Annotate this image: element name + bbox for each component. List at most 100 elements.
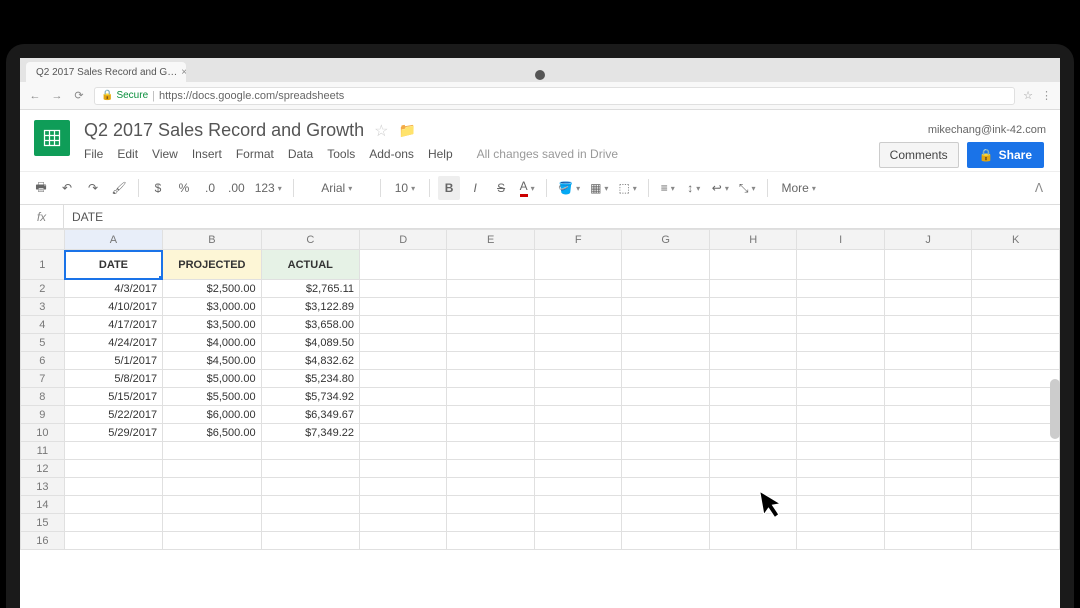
cell-K4[interactable] (972, 316, 1060, 334)
text-color-icon[interactable]: A (516, 176, 538, 200)
cell-A7[interactable]: 5/8/2017 (64, 370, 162, 388)
cell-G7[interactable] (622, 370, 709, 388)
cell-C2[interactable]: $2,765.11 (261, 280, 359, 298)
cell-C9[interactable]: $6,349.67 (261, 406, 359, 424)
cell-B15[interactable] (163, 514, 261, 532)
cell-I3[interactable] (797, 298, 884, 316)
cell-H12[interactable] (709, 460, 796, 478)
row-header-11[interactable]: 11 (21, 442, 65, 460)
cell-D10[interactable] (360, 424, 447, 442)
cell-C11[interactable] (261, 442, 359, 460)
cell-C5[interactable]: $4,089.50 (261, 334, 359, 352)
cell-D7[interactable] (360, 370, 447, 388)
cell-D15[interactable] (360, 514, 447, 532)
cell-F16[interactable] (534, 532, 621, 550)
col-header-B[interactable]: B (163, 230, 261, 250)
italic-button[interactable]: I (464, 176, 486, 200)
cell-H13[interactable] (709, 478, 796, 496)
cell-C1[interactable]: ACTUAL (261, 250, 359, 280)
forward-icon[interactable]: → (50, 90, 64, 102)
cell-K6[interactable] (972, 352, 1060, 370)
cell-A14[interactable] (64, 496, 162, 514)
decrease-decimal-icon[interactable]: .0 (199, 176, 221, 200)
cell-A5[interactable]: 4/24/2017 (64, 334, 162, 352)
col-header-I[interactable]: I (797, 230, 884, 250)
cell-B6[interactable]: $4,500.00 (163, 352, 261, 370)
cell-H8[interactable] (709, 388, 796, 406)
menu-file[interactable]: File (84, 147, 103, 161)
cell-J13[interactable] (884, 478, 971, 496)
menu-insert[interactable]: Insert (192, 147, 222, 161)
row-header-14[interactable]: 14 (21, 496, 65, 514)
cell-I9[interactable] (797, 406, 884, 424)
menu-edit[interactable]: Edit (117, 147, 138, 161)
cell-G9[interactable] (622, 406, 709, 424)
doc-title[interactable]: Q2 2017 Sales Record and Growth (84, 120, 364, 141)
folder-icon[interactable]: 📁 (399, 122, 416, 139)
cell-I13[interactable] (797, 478, 884, 496)
row-header-1[interactable]: 1 (21, 250, 65, 280)
cell-G1[interactable] (622, 250, 709, 280)
currency-icon[interactable]: $ (147, 176, 169, 200)
cell-H4[interactable] (709, 316, 796, 334)
cell-H16[interactable] (709, 532, 796, 550)
cell-E6[interactable] (447, 352, 534, 370)
cell-K16[interactable] (972, 532, 1060, 550)
redo-icon[interactable]: ↷ (82, 176, 104, 200)
cell-D2[interactable] (360, 280, 447, 298)
cell-E10[interactable] (447, 424, 534, 442)
borders-icon[interactable]: ▦ (587, 176, 611, 200)
cell-I14[interactable] (797, 496, 884, 514)
cell-D8[interactable] (360, 388, 447, 406)
menu-tools[interactable]: Tools (327, 147, 355, 161)
merge-cells-icon[interactable]: ⬚ (615, 176, 639, 200)
cell-H6[interactable] (709, 352, 796, 370)
row-header-6[interactable]: 6 (21, 352, 65, 370)
cell-F3[interactable] (534, 298, 621, 316)
cell-E8[interactable] (447, 388, 534, 406)
cell-E4[interactable] (447, 316, 534, 334)
row-header-8[interactable]: 8 (21, 388, 65, 406)
cell-H7[interactable] (709, 370, 796, 388)
cell-K12[interactable] (972, 460, 1060, 478)
cell-I11[interactable] (797, 442, 884, 460)
cell-H9[interactable] (709, 406, 796, 424)
cell-A6[interactable]: 5/1/2017 (64, 352, 162, 370)
increase-decimal-icon[interactable]: .00 (225, 176, 248, 200)
cell-K1[interactable] (972, 250, 1060, 280)
cell-F8[interactable] (534, 388, 621, 406)
reload-icon[interactable]: ⟳ (72, 89, 86, 102)
cell-B8[interactable]: $5,500.00 (163, 388, 261, 406)
cell-I12[interactable] (797, 460, 884, 478)
cell-G8[interactable] (622, 388, 709, 406)
cell-B1[interactable]: PROJECTED (163, 250, 261, 280)
row-header-10[interactable]: 10 (21, 424, 65, 442)
cell-H1[interactable] (709, 250, 796, 280)
sheet-table[interactable]: ABCDEFGHIJK1DATEPROJECTEDACTUAL24/3/2017… (20, 229, 1060, 550)
cell-G4[interactable] (622, 316, 709, 334)
cell-G14[interactable] (622, 496, 709, 514)
cell-K9[interactable] (972, 406, 1060, 424)
cell-C12[interactable] (261, 460, 359, 478)
cell-K3[interactable] (972, 298, 1060, 316)
cell-C13[interactable] (261, 478, 359, 496)
cell-F4[interactable] (534, 316, 621, 334)
col-header-E[interactable]: E (447, 230, 534, 250)
cell-B9[interactable]: $6,000.00 (163, 406, 261, 424)
cell-E2[interactable] (447, 280, 534, 298)
cell-G15[interactable] (622, 514, 709, 532)
row-header-7[interactable]: 7 (21, 370, 65, 388)
cell-J4[interactable] (884, 316, 971, 334)
cell-J11[interactable] (884, 442, 971, 460)
cell-K2[interactable] (972, 280, 1060, 298)
cell-J2[interactable] (884, 280, 971, 298)
menu-add-ons[interactable]: Add-ons (369, 147, 414, 161)
cell-B14[interactable] (163, 496, 261, 514)
cell-C3[interactable]: $3,122.89 (261, 298, 359, 316)
cell-J3[interactable] (884, 298, 971, 316)
cell-A10[interactable]: 5/29/2017 (64, 424, 162, 442)
vertical-scrollbar[interactable] (1050, 379, 1060, 439)
cell-A11[interactable] (64, 442, 162, 460)
cell-K15[interactable] (972, 514, 1060, 532)
cell-C15[interactable] (261, 514, 359, 532)
